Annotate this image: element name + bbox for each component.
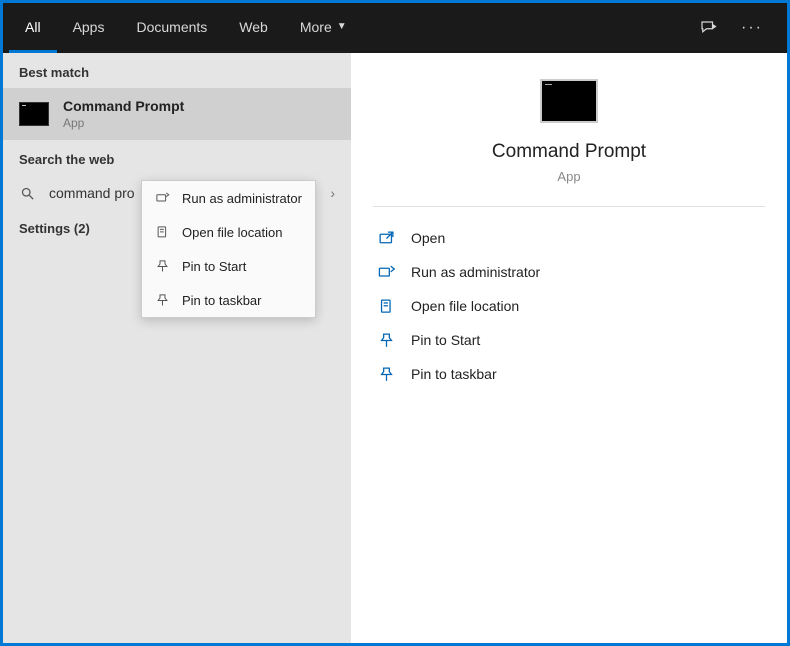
pin-start-icon [377, 331, 395, 349]
preview-title: Command Prompt [492, 141, 646, 163]
preview-header: Command Prompt App [373, 79, 765, 207]
run-admin-icon [154, 190, 170, 206]
preview-subtitle: App [557, 169, 580, 184]
chevron-down-icon: ▼ [337, 21, 347, 32]
action-pin-start-label: Pin to Start [411, 332, 480, 348]
run-admin-icon [377, 263, 395, 281]
tabs-right-controls: ··· [699, 3, 781, 53]
ctx-pin-start-label: Pin to Start [182, 259, 246, 274]
action-open[interactable]: Open [377, 221, 761, 255]
command-prompt-icon [19, 102, 49, 126]
tab-apps[interactable]: Apps [57, 3, 121, 53]
chevron-right-icon: › [330, 185, 335, 201]
tab-web[interactable]: Web [223, 3, 284, 53]
ctx-pin-taskbar-label: Pin to taskbar [182, 293, 262, 308]
ctx-pin-start[interactable]: Pin to Start [142, 249, 315, 283]
search-web-header: Search the web [3, 140, 351, 175]
best-match-text: Command Prompt App [63, 98, 184, 130]
ctx-pin-taskbar[interactable]: Pin to taskbar [142, 283, 315, 317]
folder-icon [377, 297, 395, 315]
best-match-result[interactable]: Command Prompt App [3, 88, 351, 140]
pin-start-icon [154, 258, 170, 274]
search-icon [19, 185, 35, 201]
ctx-run-admin-label: Run as administrator [182, 191, 302, 206]
action-open-label: Open [411, 230, 445, 246]
action-pin-taskbar-label: Pin to taskbar [411, 366, 497, 382]
pin-taskbar-icon [377, 365, 395, 383]
ctx-open-location[interactable]: Open file location [142, 215, 315, 249]
action-list: Open Run as administrator Open file loca… [351, 207, 787, 405]
action-run-admin-label: Run as administrator [411, 264, 540, 280]
tab-all[interactable]: All [9, 3, 57, 53]
more-options-icon[interactable]: ··· [741, 19, 763, 37]
best-match-header: Best match [3, 53, 351, 88]
ctx-run-as-admin[interactable]: Run as administrator [142, 181, 315, 215]
context-menu: Run as administrator Open file location … [141, 180, 316, 318]
tab-more[interactable]: More ▼ [284, 3, 363, 53]
open-icon [377, 229, 395, 247]
action-open-location-label: Open file location [411, 298, 519, 314]
folder-icon [154, 224, 170, 240]
action-open-location[interactable]: Open file location [377, 289, 761, 323]
action-pin-taskbar[interactable]: Pin to taskbar [377, 357, 761, 391]
tab-more-label: More [300, 19, 332, 35]
preview-panel: Command Prompt App Open Run as administr… [351, 53, 787, 643]
search-window: All Apps Documents Web More ▼ ··· Best m… [3, 3, 787, 643]
main-area: Best match Command Prompt App Search the… [3, 53, 787, 643]
action-run-admin[interactable]: Run as administrator [377, 255, 761, 289]
feedback-icon[interactable] [699, 19, 717, 37]
ctx-open-location-label: Open file location [182, 225, 282, 240]
results-panel: Best match Command Prompt App Search the… [3, 53, 351, 643]
action-pin-start[interactable]: Pin to Start [377, 323, 761, 357]
tab-documents[interactable]: Documents [120, 3, 223, 53]
filter-tabs-bar: All Apps Documents Web More ▼ ··· [3, 3, 787, 53]
tabs-spacer [363, 3, 699, 53]
best-match-title: Command Prompt [63, 98, 184, 114]
pin-taskbar-icon [154, 292, 170, 308]
command-prompt-icon-large [540, 79, 598, 123]
web-search-text: command pro [49, 185, 135, 201]
best-match-subtitle: App [63, 116, 184, 130]
